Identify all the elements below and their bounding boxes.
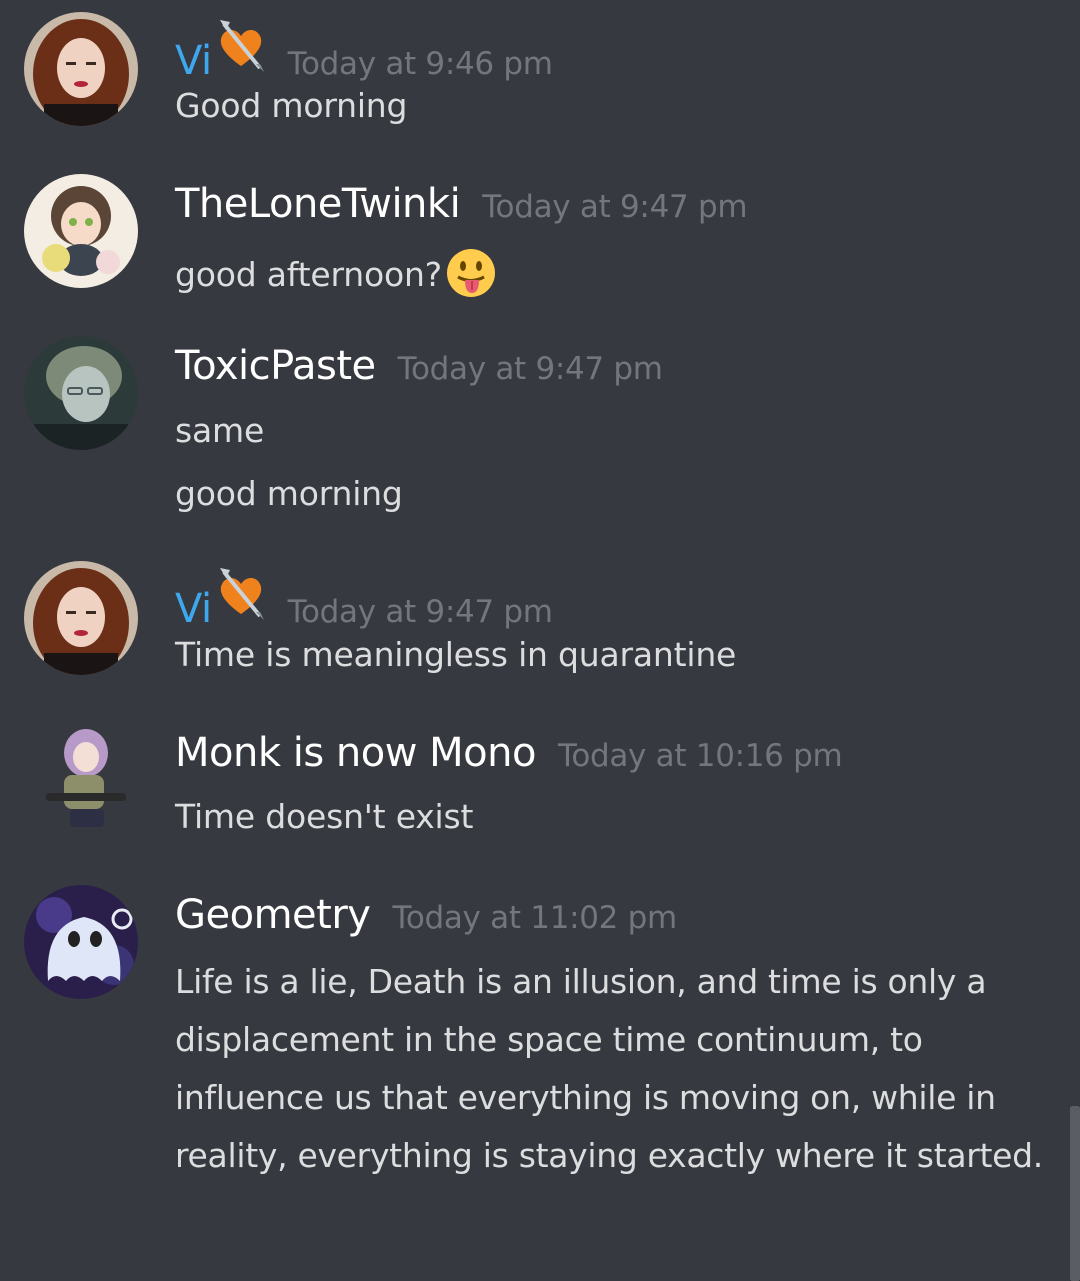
avatar-geometry-image [24, 885, 138, 999]
timestamp: Today at 9:47 pm [482, 189, 748, 225]
tongue-out-emoji-icon[interactable] [446, 248, 496, 298]
timestamp: Today at 9:47 pm [397, 351, 663, 387]
message-text: same [175, 411, 265, 450]
author-name[interactable]: Geometry [175, 892, 371, 938]
avatar[interactable] [24, 336, 138, 450]
author-name[interactable]: Vi [175, 586, 212, 632]
avatar-thelonetwinki-image [24, 174, 138, 288]
avatar[interactable] [24, 885, 138, 999]
avatar[interactable] [24, 12, 138, 126]
author-name[interactable]: ToxicPaste [175, 343, 376, 389]
avatar-toxicpaste-image [24, 336, 138, 450]
scrollbar-track[interactable] [1070, 1106, 1080, 1281]
message-text: good afternoon? [175, 248, 496, 298]
author-name[interactable]: Vi [175, 38, 212, 84]
message-text: Life is a lie, Death is an illusion, and… [175, 962, 1043, 1175]
author-name[interactable]: TheLoneTwinki [175, 181, 461, 227]
avatar[interactable] [24, 723, 138, 837]
timestamp: Today at 10:16 pm [557, 738, 843, 774]
heart-arrow-icon [216, 568, 266, 622]
message-text-content: good afternoon? [175, 255, 442, 294]
chat-message-list: Vi Today at 9:46 pm Good morning TheLone… [0, 0, 1080, 1281]
heart-arrow-icon [216, 20, 266, 74]
message-text: Good morning [175, 86, 408, 125]
message-text: good morning [175, 474, 403, 513]
message-text: Time doesn't exist [175, 797, 474, 836]
timestamp: Today at 9:47 pm [287, 594, 553, 630]
scrollbar-thumb[interactable] [1070, 1106, 1080, 1281]
avatar-monk-image [24, 723, 138, 837]
author-name[interactable]: Monk is now Mono [175, 730, 536, 776]
avatar[interactable] [24, 174, 138, 288]
avatar-vi-image [24, 561, 138, 675]
avatar[interactable] [24, 561, 138, 675]
timestamp: Today at 11:02 pm [392, 900, 677, 936]
avatar-vi-image [24, 12, 138, 126]
message-text: Time is meaningless in quarantine [175, 635, 737, 674]
timestamp: Today at 9:46 pm [287, 46, 553, 82]
